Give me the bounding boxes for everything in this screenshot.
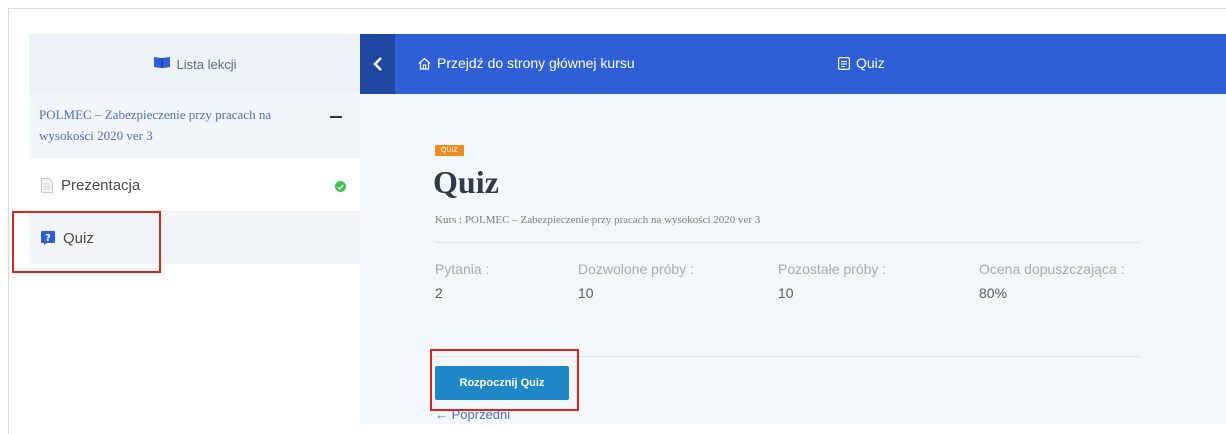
divider [435,242,1140,243]
lesson-list-header: Lista lekcji [29,34,360,94]
svg-text:?: ? [45,233,51,244]
course-home-label: Przejdź do strony głównej kursu [437,55,635,71]
collapse-icon[interactable] [330,116,342,118]
previous-link[interactable]: ← Poprzedni [435,407,510,422]
current-lesson-label: Quiz [856,55,885,71]
start-quiz-button[interactable]: Rozpocznij Quiz [435,366,569,400]
course-title: POLMEC – Zabezpieczenie przy pracach na … [39,107,272,143]
stat-questions: Pytania : 2 [435,261,489,301]
quiz-badge: QUIZ [435,145,464,156]
lesson-item-prezentacja[interactable]: Prezentacja [29,160,360,212]
back-button[interactable] [360,34,395,94]
document-icon [41,178,53,193]
top-nav-bar: Przejdź do strony głównej kursu Quiz [360,34,1226,94]
chevron-left-icon [372,57,382,71]
lesson-item-quiz[interactable]: ? Quiz [29,212,360,264]
lesson-list-label: Lista lekcji [176,56,237,72]
course-info: Kurs : POLMEC – Zabezpieczenie przy prac… [435,214,761,226]
stat-allowed-attempts: Dozwolone próby : 10 [578,261,694,301]
stat-remaining-attempts: Pozostałe próby : 10 [778,261,886,301]
quiz-content: QUIZ Quiz Kurs : POLMEC – Zabezpieczenie… [360,94,1226,424]
sidebar: POLMEC – Zabezpieczenie przy pracach na … [29,94,360,424]
book-icon [153,56,171,72]
stat-value: 80% [979,285,1008,301]
document-icon [838,56,850,70]
divider [435,356,1140,357]
stat-label: Pozostałe próby : [778,261,887,277]
stat-passing-grade: Ocena dopuszczająca : 80% [979,261,1125,301]
stat-value: 2 [435,285,443,301]
stat-value: 10 [778,285,794,301]
course-section[interactable]: POLMEC – Zabezpieczenie przy pracach na … [29,94,360,159]
stat-value: 10 [578,285,594,301]
stat-label: Ocena dopuszczająca : [979,261,1125,277]
check-icon [335,181,346,192]
lesson-label: Prezentacja [61,177,141,194]
lesson-label: Quiz [63,229,94,247]
quiz-icon: ? [41,231,55,245]
course-home-link[interactable]: Przejdź do strony głównej kursu [418,55,635,71]
stat-label: Dozwolone próby : [578,261,694,277]
current-lesson-indicator: Quiz [838,55,885,71]
stat-label: Pytania : [435,261,490,277]
page-title: Quiz [433,164,499,200]
home-icon [418,57,431,70]
